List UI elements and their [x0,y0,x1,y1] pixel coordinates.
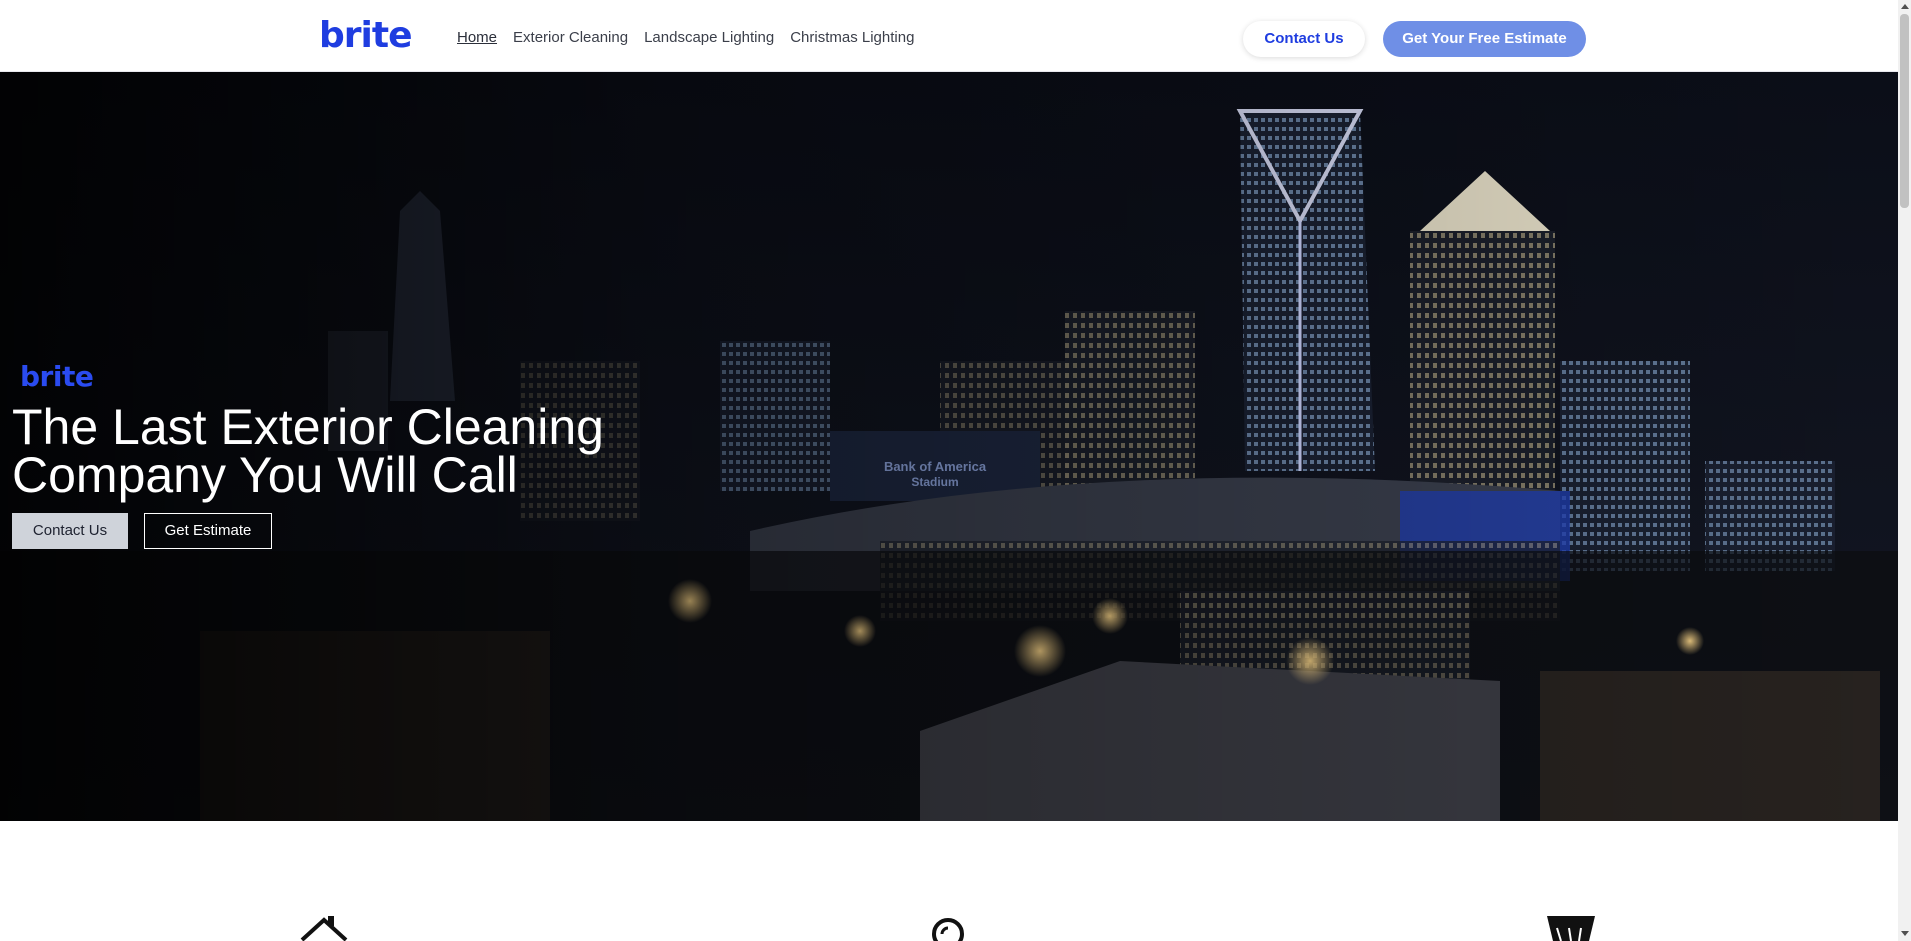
scroll-down-arrow-icon[interactable] [1901,931,1909,936]
brush-icon [1547,916,1595,941]
nav-landscape-lighting[interactable]: Landscape Lighting [644,28,774,48]
site-header: brite Home Exterior Cleaning Landscape L… [0,0,1898,72]
nav-exterior-cleaning[interactable]: Exterior Cleaning [513,28,628,48]
main-nav: Home Exterior Cleaning Landscape Lightin… [457,28,914,48]
scroll-thumb[interactable] [1900,14,1909,208]
hero-estimate-button[interactable]: Get Estimate [144,513,272,549]
magnifier-icon [932,918,964,941]
contact-us-button[interactable]: Contact Us [1243,21,1365,57]
hero-title: The Last Exterior Cleaning Company You W… [12,402,712,500]
hero-section: Bank of America Stadium brite The Last E… [0,71,1898,821]
nav-home[interactable]: Home [457,28,497,48]
hero-logo: brite [20,360,94,393]
hero-contact-button[interactable]: Contact Us [12,513,128,549]
page: brite Home Exterior Cleaning Landscape L… [0,0,1911,941]
brand-logo[interactable]: brite [319,12,412,60]
page-scrollbar[interactable] [1898,0,1911,941]
nav-christmas-lighting[interactable]: Christmas Lighting [790,28,914,48]
hero-title-line2: Company You Will Call [12,447,518,503]
free-estimate-button[interactable]: Get Your Free Estimate [1383,21,1586,57]
scroll-up-arrow-icon[interactable] [1901,4,1909,9]
house-icon [300,916,348,941]
